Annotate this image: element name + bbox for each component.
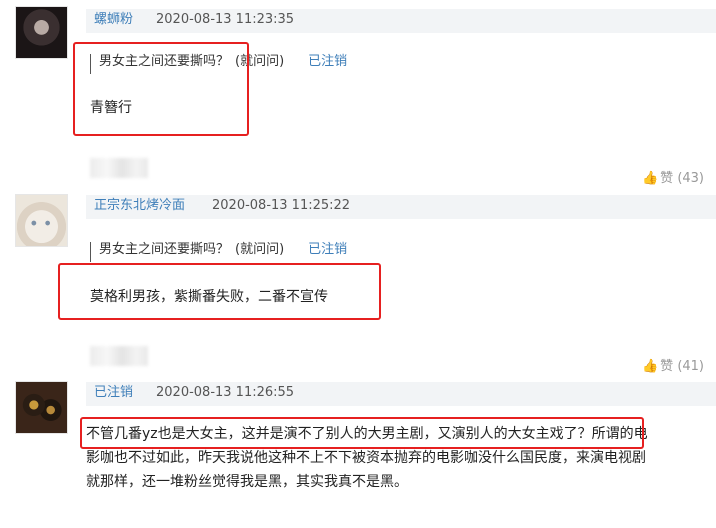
like-button[interactable]: 👍 赞 (41) [642,355,704,374]
comment-thread: 螺蛳粉 2020-08-13 11:23:35 男女主之间还要撕吗？ (就问问) 已… [0,0,716,528]
timestamp: 2020-08-13 11:23:35 [156,12,295,27]
timestamp: 2020-08-13 11:25:22 [212,198,351,213]
highlight-box [58,263,381,320]
username-link[interactable]: 螺蛳粉 [94,12,133,28]
timestamp: 2020-08-13 11:26:55 [156,385,295,400]
avatar[interactable] [15,6,68,59]
quote-status[interactable]: 已注销 [308,242,347,257]
quote-text: 男女主之间还要撕吗？ [99,242,230,257]
quoted-comment: 男女主之间还要撕吗？ (就问问) 已注销 [90,242,347,262]
thumbs-up-icon: 👍 [641,359,659,374]
highlight-box [80,417,644,449]
like-label: 赞 [660,171,674,186]
reply-text-line: 就那样，还一堆粉丝觉得我是黑，其实我真不是黑。 [86,474,408,490]
like-label: 赞 [660,359,674,374]
avatar[interactable] [15,194,68,247]
like-count: (41) [677,359,704,374]
quote-status[interactable]: 已注销 [308,54,347,69]
thumbs-up-icon: 👍 [641,171,659,186]
avatar[interactable] [15,381,68,434]
blurred-content [90,158,148,178]
like-button[interactable]: 👍 赞 (43) [642,167,704,186]
blurred-content [90,346,148,366]
highlight-box [73,42,249,136]
like-count: (43) [677,171,704,186]
username-link[interactable]: 已注销 [94,385,133,401]
quote-user[interactable]: (就问问) [235,242,284,257]
username-link[interactable]: 正宗东北烤冷面 [94,198,185,214]
reply-text-line: 影咖也不过如此，昨天我说他这种不上不下被资本抛弃的电影咖没什么国民度，来演电视剧 [86,450,646,466]
